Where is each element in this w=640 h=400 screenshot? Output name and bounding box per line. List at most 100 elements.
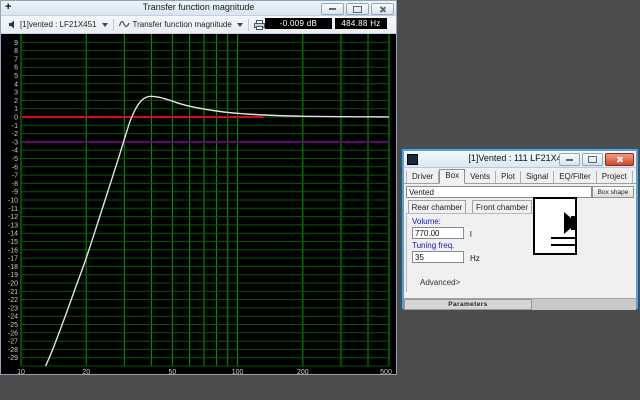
- maximize-button[interactable]: [582, 153, 603, 166]
- project-selector-dropdown[interactable]: [1]vented : LF21X451: [4, 17, 112, 32]
- svg-text:-18: -18: [8, 264, 18, 271]
- speaker-icon: [8, 20, 17, 29]
- close-icon: [616, 156, 623, 163]
- toolbar-separator: [113, 19, 114, 31]
- close-button[interactable]: [605, 153, 634, 166]
- tab-driver[interactable]: Driver: [406, 171, 439, 183]
- svg-text:-1: -1: [12, 123, 18, 130]
- driver-cone-icon: [564, 212, 571, 234]
- volume-input[interactable]: 770.00: [412, 227, 464, 239]
- maximize-button[interactable]: [346, 3, 369, 15]
- printer-icon: [254, 20, 265, 30]
- svg-text:-17: -17: [8, 256, 18, 263]
- svg-text:50: 50: [168, 369, 176, 374]
- front-chamber-tab[interactable]: Front chamber: [472, 200, 532, 213]
- volume-unit: l: [470, 230, 472, 239]
- transfer-function-chart[interactable]: 9876543210-1-2-3-4-5-6-7-8-9-10-11-12-13…: [1, 34, 394, 374]
- svg-text:-29: -29: [8, 355, 18, 362]
- grid-lines: [21, 34, 389, 366]
- minimize-icon: [566, 159, 573, 161]
- vented-box-transfer-function-curve: [46, 96, 389, 366]
- tuning-freq-unit: Hz: [470, 254, 480, 263]
- tab-plot[interactable]: Plot: [496, 171, 521, 183]
- svg-text:-26: -26: [8, 330, 18, 337]
- parameters-panel-header[interactable]: Parameters: [404, 299, 532, 310]
- box-schematic-drawing: [535, 199, 575, 253]
- svg-text:-4: -4: [12, 148, 18, 155]
- svg-text:-25: -25: [8, 322, 18, 329]
- svg-text:10: 10: [17, 369, 25, 374]
- volume-label: Volume:: [412, 217, 441, 226]
- svg-text:-6: -6: [12, 164, 18, 171]
- plot-client-area: 9876543210-1-2-3-4-5-6-7-8-9-10-11-12-13…: [1, 34, 396, 374]
- svg-text:-22: -22: [8, 297, 18, 304]
- minimize-button[interactable]: [321, 3, 344, 15]
- maximize-icon: [353, 6, 362, 13]
- svg-text:4: 4: [14, 81, 18, 88]
- box-window-tabs: Driver Box Vents Plot Signal EQ/Filter P…: [404, 168, 636, 184]
- tuning-freq-label: Tuning freq.: [412, 241, 454, 250]
- advanced-expander[interactable]: Advanced>: [420, 278, 460, 287]
- db-readout: -0.009 dB: [265, 18, 332, 29]
- plot-type-dropdown[interactable]: Transfer function magnitude: [115, 17, 247, 32]
- axis-tick-labels: 9876543210-1-2-3-4-5-6-7-8-9-10-11-12-13…: [8, 40, 392, 374]
- svg-text:5: 5: [14, 73, 18, 80]
- driver-magnet-icon: [571, 216, 575, 230]
- svg-text:-13: -13: [8, 222, 18, 229]
- freq-readout: 484.88 Hz: [335, 18, 387, 29]
- svg-text:3: 3: [14, 90, 18, 97]
- tab-box[interactable]: Box: [439, 169, 465, 184]
- box-shape-button[interactable]: Box shape: [592, 186, 634, 198]
- svg-text:-12: -12: [8, 214, 18, 221]
- svg-text:-5: -5: [12, 156, 18, 163]
- svg-text:7: 7: [14, 56, 18, 63]
- minimize-button[interactable]: [559, 153, 580, 166]
- svg-text:-20: -20: [8, 281, 18, 288]
- svg-text:-19: -19: [8, 272, 18, 279]
- tab-signal[interactable]: Signal: [521, 171, 554, 183]
- toolbar-separator: [248, 19, 249, 31]
- plot-window-titlebar[interactable]: + Transfer function magnitude: [1, 1, 396, 16]
- close-button[interactable]: [371, 3, 394, 15]
- plot-window: + Transfer function magnitude [1]vented …: [0, 0, 397, 375]
- plot-toolbar: [1]vented : LF21X451 Transfer function m…: [1, 16, 396, 34]
- tuning-freq-input[interactable]: 35: [412, 251, 464, 263]
- box-window-titlebar[interactable]: [1]Vented : 111 LF21X451: [404, 151, 636, 168]
- svg-text:-21: -21: [8, 289, 18, 296]
- desktop: + Transfer function magnitude [1]vented …: [0, 0, 640, 400]
- plot-type-label: Transfer function magnitude: [133, 20, 232, 29]
- svg-text:0: 0: [14, 115, 18, 122]
- svg-text:1: 1: [14, 106, 18, 113]
- svg-text:20: 20: [82, 369, 90, 374]
- parameters-bar: Parameters: [404, 298, 636, 310]
- svg-text:9: 9: [14, 40, 18, 47]
- svg-text:-2: -2: [12, 131, 18, 138]
- svg-text:6: 6: [14, 65, 18, 72]
- svg-text:-10: -10: [8, 198, 18, 205]
- box-window: [1]Vented : 111 LF21X451 Driver Box Vent…: [402, 149, 638, 309]
- svg-text:100: 100: [232, 369, 244, 374]
- waveform-icon: [119, 20, 130, 29]
- svg-text:-16: -16: [8, 247, 18, 254]
- svg-text:-14: -14: [8, 231, 18, 238]
- rear-chamber-tab[interactable]: Rear chamber: [408, 200, 466, 213]
- project-selector-label: [1]vented : LF21X451: [20, 20, 97, 29]
- svg-text:500: 500: [380, 369, 392, 374]
- chevron-down-icon: [102, 23, 108, 27]
- close-icon: [379, 6, 386, 13]
- svg-text:-7: -7: [12, 173, 18, 180]
- svg-text:-8: -8: [12, 181, 18, 188]
- minimize-icon: [329, 8, 336, 10]
- chevron-down-icon: [237, 23, 243, 27]
- tab-project[interactable]: Project: [597, 171, 633, 183]
- svg-text:-9: -9: [12, 189, 18, 196]
- box-tab-content: Vented Box shape Rear chamber Front cham…: [404, 184, 636, 298]
- svg-text:2: 2: [14, 98, 18, 105]
- svg-text:-3: -3: [12, 139, 18, 146]
- tab-eq-filter[interactable]: EQ/Filter: [554, 171, 597, 183]
- maximize-icon: [588, 156, 597, 163]
- tab-vents[interactable]: Vents: [465, 171, 496, 183]
- svg-text:-27: -27: [8, 339, 18, 346]
- svg-text:200: 200: [297, 369, 309, 374]
- svg-text:-24: -24: [8, 314, 18, 321]
